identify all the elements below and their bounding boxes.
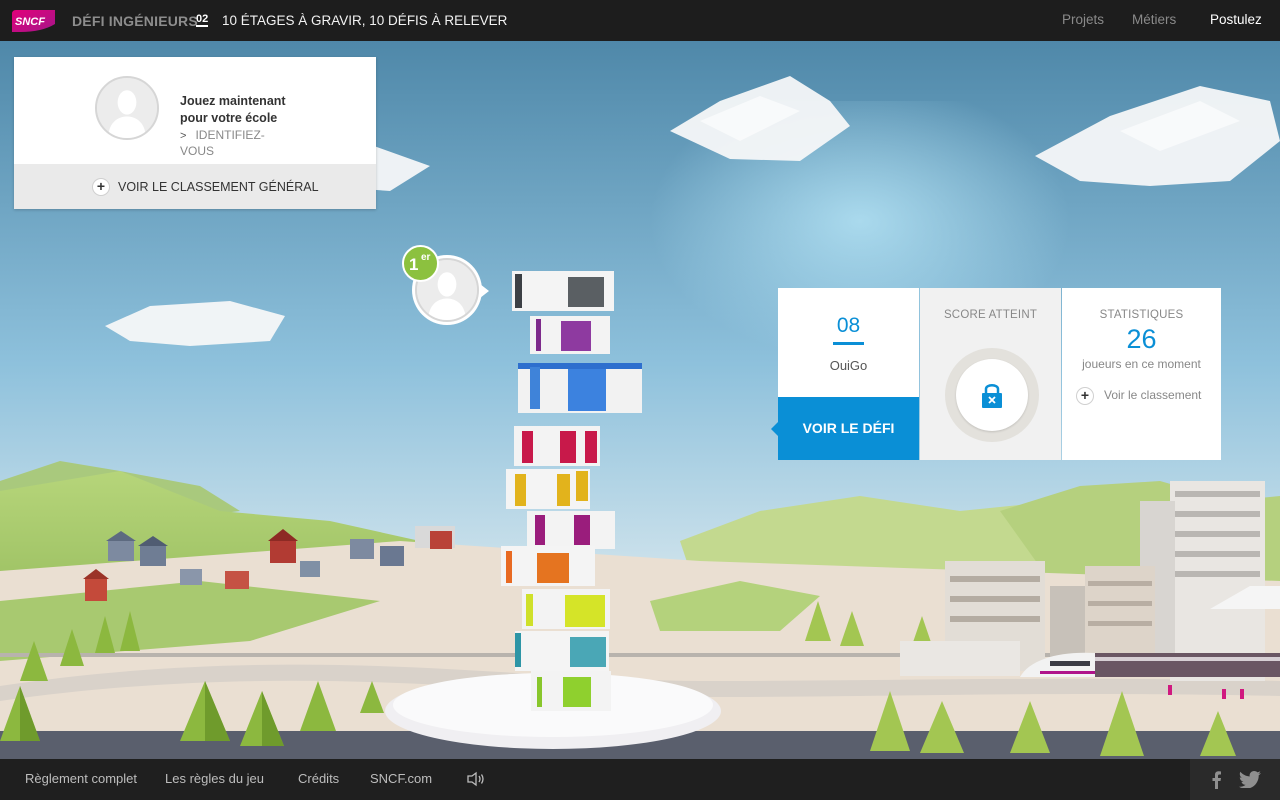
rank-number: 1 [409, 255, 419, 274]
svg-text:SNCF: SNCF [15, 16, 45, 28]
view-challenge-button[interactable]: VOIR LE DÉFI [778, 397, 919, 460]
nav-metiers[interactable]: Métiers [1132, 12, 1176, 27]
rank-badge: 1 er [402, 245, 439, 282]
tagline: 10 ÉTAGES À GRAVIR, 10 DÉFIS À RELEVER [222, 13, 508, 28]
nav-projets[interactable]: Projets [1062, 12, 1104, 27]
rank-suffix: er [421, 252, 431, 263]
stats-title: STATISTIQUES [1099, 309, 1184, 321]
top-bar: SNCF DÉFI INGÉNIEURS 02 10 ÉTAGES À GRAV… [0, 0, 1280, 41]
login-section: Jouez maintenant pour votre école > IDENT… [14, 57, 376, 164]
general-ranking-button[interactable]: + VOIR LE CLASSEMENT GÉNÉRAL [14, 164, 376, 209]
sncf-logo[interactable]: SNCF [12, 10, 55, 32]
avatar [95, 76, 159, 140]
chevron-right-icon: > [180, 130, 187, 142]
pointer-arrow [480, 284, 489, 298]
stage-underline [833, 342, 864, 345]
user-silhouette-icon [97, 78, 157, 138]
footer-reglement-link[interactable]: Règlement complet [25, 771, 137, 786]
footer: Règlement complet Les règles du jeu Créd… [0, 759, 1280, 800]
stage-info: 08 OuiGo VOIR LE DÉFI [771, 288, 919, 460]
brand-title: DÉFI INGÉNIEURS [72, 13, 198, 29]
identify-label: IDENTIFIEZ-VOUS [180, 128, 265, 158]
plus-icon[interactable]: + [1076, 387, 1094, 405]
sound-icon[interactable] [466, 771, 486, 787]
score-inner [956, 359, 1028, 431]
facebook-icon[interactable] [1210, 770, 1222, 789]
stage-number-large: 08 [836, 314, 861, 337]
train [1020, 652, 1280, 677]
footer-sncf-link[interactable]: SNCF.com [370, 771, 432, 786]
score-ring [945, 348, 1039, 442]
lock-icon [982, 384, 1002, 408]
stage-name: OuiGo [829, 358, 868, 373]
identify-link[interactable]: > IDENTIFIEZ-VOUS [180, 128, 280, 159]
players-count: 26 [1126, 324, 1157, 354]
view-ranking-link[interactable]: Voir le classement [1104, 388, 1201, 402]
score-section: SCORE ATTEINT [920, 288, 1061, 460]
statistics-section: STATISTIQUES 26 joueurs en ce moment + V… [1062, 288, 1221, 460]
general-ranking-label: VOIR LE CLASSEMENT GÉNÉRAL [118, 180, 319, 194]
button-pointer [771, 422, 778, 436]
score-title: SCORE ATTEINT [943, 309, 1038, 321]
twitter-icon[interactable] [1239, 771, 1261, 788]
plus-icon: + [92, 178, 110, 196]
challenge-panel: 08 OuiGo VOIR LE DÉFI SCORE ATTEINT STAT… [771, 288, 1221, 460]
players-label: joueurs en ce moment [1082, 357, 1201, 371]
footer-credits-link[interactable]: Crédits [298, 771, 339, 786]
social-links [1190, 759, 1280, 800]
nav-postulez[interactable]: Postulez [1210, 12, 1262, 27]
login-title: Jouez maintenant pour votre école [180, 94, 286, 125]
stage-number: 02 [196, 13, 209, 27]
login-card: Jouez maintenant pour votre école > IDENT… [14, 57, 376, 209]
footer-rules-link[interactable]: Les règles du jeu [165, 771, 264, 786]
